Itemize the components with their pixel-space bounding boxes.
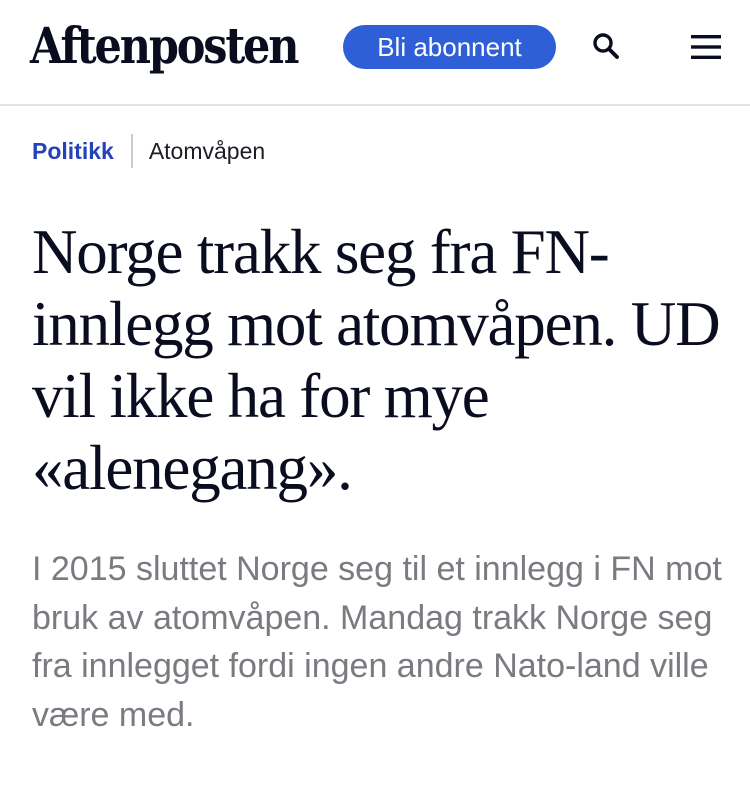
article-headline: Norge trakk seg fra FN-innlegg mot atomv…: [32, 217, 721, 503]
hamburger-menu-icon: [691, 35, 721, 59]
breadcrumb-topic-link[interactable]: Atomvåpen: [149, 138, 265, 165]
menu-button[interactable]: [688, 30, 724, 64]
subscribe-button[interactable]: Bli abonnent: [343, 25, 556, 69]
breadcrumb-divider: [130, 134, 133, 168]
article-lead: I 2015 sluttet Norge seg til et innlegg …: [32, 550, 722, 734]
site-header: Aftenposten Bli abonnent: [0, 0, 750, 106]
site-logo[interactable]: Aftenposten: [30, 14, 300, 78]
search-button[interactable]: [588, 28, 624, 64]
search-icon: [593, 33, 619, 59]
breadcrumb: Politikk Atomvåpen: [32, 133, 265, 169]
breadcrumb-section-link[interactable]: Politikk: [32, 138, 114, 165]
